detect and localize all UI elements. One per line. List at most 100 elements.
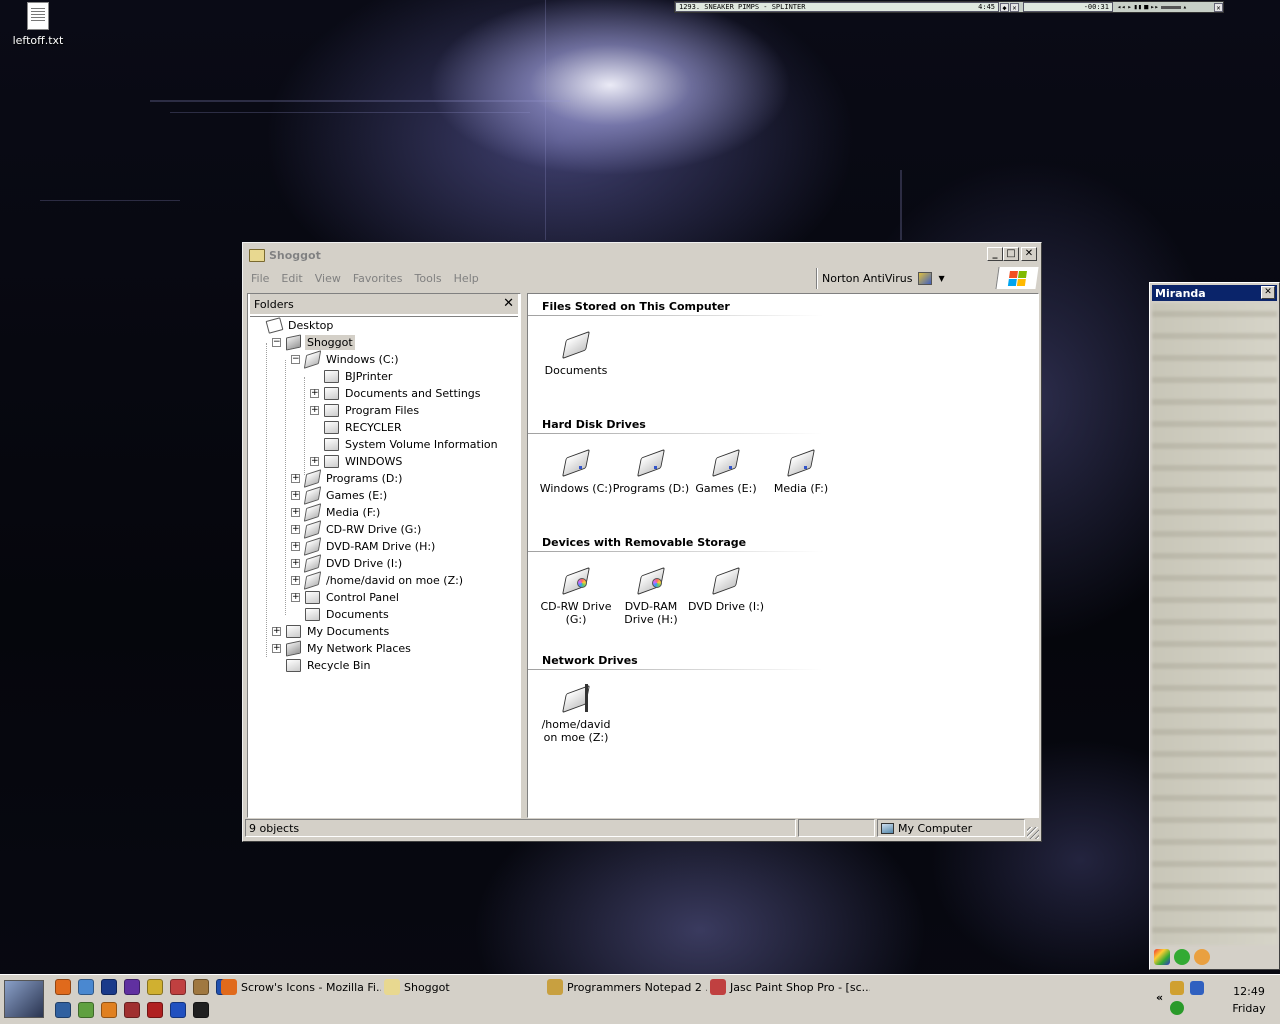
tree-node-system-volume-information[interactable]: System Volume Information [310, 436, 500, 453]
tree-node-desktop[interactable]: Desktop [253, 317, 335, 334]
collapse-icon[interactable]: − [272, 338, 281, 347]
irc-icon[interactable] [124, 979, 140, 995]
close-button[interactable]: ✕ [1021, 247, 1037, 261]
tree-node-documents-and-settings[interactable]: + Documents and Settings [310, 385, 483, 402]
task-paintshop[interactable]: Jasc Paint Shop Pro - [sc... [710, 976, 870, 998]
winamp-volume-slider[interactable] [1160, 5, 1181, 9]
miranda-menu-icon[interactable] [1154, 949, 1170, 965]
tree-node-my-documents[interactable]: + My Documents [272, 623, 391, 640]
expand-icon[interactable]: + [310, 389, 319, 398]
expand-icon[interactable]: + [291, 525, 300, 534]
plane-icon[interactable] [170, 1002, 186, 1018]
expand-icon[interactable]: + [291, 474, 300, 483]
expand-icon[interactable]: + [291, 559, 300, 568]
menu-file[interactable]: File [245, 272, 275, 285]
winamp-play-icon[interactable]: ▸ [1127, 3, 1131, 11]
tree-node-dvd-i[interactable]: + DVD Drive (I:) [291, 554, 404, 573]
tree-node-recycler[interactable]: RECYCLER [310, 419, 404, 436]
command-prompt-icon[interactable] [193, 1002, 209, 1018]
winamp-pause-icon[interactable]: ▮▮ [1134, 3, 1142, 11]
status-online-icon[interactable] [1174, 949, 1190, 965]
tree-node-control-panel[interactable]: + Control Panel [291, 589, 401, 606]
tree-node-recycle-bin[interactable]: Recycle Bin [272, 657, 372, 674]
winamp-stop-icon[interactable]: ■ [1144, 3, 1148, 11]
tree-node-cd-rw-g[interactable]: + CD-RW Drive (G:) [291, 520, 423, 539]
drive-item[interactable]: DVD-RAM Drive (H:) [611, 566, 691, 626]
window-titlebar[interactable]: Shoggot _ □ ✕ [245, 245, 1039, 265]
tools-icon[interactable] [193, 979, 209, 995]
winamp-bar[interactable]: 1293. SNEAKER PIMPS - SPLINTER 4:45 ◆ ✕ … [674, 1, 1224, 13]
tree-node-media-f[interactable]: + Media (F:) [291, 503, 382, 522]
player-icon[interactable] [78, 1002, 94, 1018]
maximize-button[interactable]: □ [1003, 247, 1019, 261]
drive-item[interactable]: DVD Drive (I:) [686, 566, 766, 613]
network-icon[interactable] [55, 1002, 71, 1018]
clock-icon[interactable] [101, 979, 117, 995]
drive-item[interactable]: Windows (C:) [536, 448, 616, 495]
desktop-file-leftoff[interactable]: leftoff.txt [8, 2, 68, 47]
norton-toolbar[interactable]: Norton AntiVirus ▼ [817, 268, 989, 289]
resize-grip[interactable] [1027, 827, 1039, 839]
filezilla-icon[interactable] [101, 1002, 117, 1018]
menu-favorites[interactable]: Favorites [347, 272, 409, 285]
menu-help[interactable]: Help [448, 272, 485, 285]
expand-icon[interactable]: + [291, 491, 300, 500]
winamp-eject-icon[interactable]: ▴ [1183, 3, 1187, 11]
chevron-down-icon[interactable]: ▼ [938, 274, 944, 283]
folders-close-icon[interactable]: ✕ [503, 296, 514, 311]
expand-icon[interactable]: + [310, 457, 319, 466]
expand-icon[interactable]: + [310, 406, 319, 415]
winamp-next-icon[interactable]: ▸▸ [1150, 3, 1158, 11]
chevron-left-icon[interactable]: « [1156, 991, 1163, 1004]
expand-icon[interactable]: + [291, 576, 300, 585]
paint-icon[interactable] [170, 979, 186, 995]
user-icon[interactable] [1194, 949, 1210, 965]
winamp-menu-button[interactable]: ◆ [1000, 2, 1009, 12]
chain-icon[interactable] [147, 979, 163, 995]
app-icon[interactable] [147, 1002, 163, 1018]
tray-arrow-icon[interactable] [1190, 981, 1204, 995]
tree-node-shoggot[interactable]: − Shoggot [272, 334, 355, 351]
winamp-close-button-2[interactable]: ✕ [1214, 2, 1223, 12]
firefox-icon[interactable] [55, 979, 71, 995]
miranda-titlebar[interactable]: Miranda ✕ [1152, 285, 1277, 301]
task-firefox[interactable]: Scrow's Icons - Mozilla Fi... [221, 976, 381, 998]
tree-node-my-network-places[interactable]: + My Network Places [272, 640, 413, 657]
menu-view[interactable]: View [309, 272, 347, 285]
tree-node-games-e[interactable]: + Games (E:) [291, 486, 389, 505]
tree-node-program-files[interactable]: + Program Files [310, 402, 421, 419]
winamp-close-button[interactable]: ✕ [1010, 2, 1019, 12]
start-button[interactable] [4, 980, 44, 1018]
expand-icon[interactable]: + [291, 542, 300, 551]
expand-icon[interactable]: + [272, 644, 281, 653]
task-notepad[interactable]: Programmers Notepad 2 ... [547, 976, 707, 998]
winamp-prev-icon[interactable]: ◂◂ [1117, 3, 1125, 11]
thunderbird-icon[interactable] [78, 979, 94, 995]
tree-node-documents[interactable]: Documents [291, 606, 391, 623]
tree-node-dvd-ram-h[interactable]: + DVD-RAM Drive (H:) [291, 537, 437, 556]
tray-user-icon[interactable] [1170, 1001, 1184, 1015]
tree-node-programs-d[interactable]: + Programs (D:) [291, 469, 404, 488]
close-button[interactable]: ✕ [1261, 286, 1275, 299]
drive-item[interactable]: Documents [536, 330, 616, 377]
menu-edit[interactable]: Edit [275, 272, 308, 285]
drive-item[interactable]: /home/david on moe (Z:) [536, 684, 616, 744]
tray-tool-icon[interactable] [1170, 981, 1184, 995]
expand-icon[interactable]: + [291, 508, 300, 517]
task-shoggot[interactable]: Shoggot [384, 976, 544, 998]
menu-tools[interactable]: Tools [409, 272, 448, 285]
minimize-button[interactable]: _ [987, 247, 1003, 261]
expand-icon[interactable]: + [272, 627, 281, 636]
miranda-contact-list[interactable] [1152, 303, 1277, 945]
clock[interactable]: 12:49 Friday [1226, 983, 1272, 1017]
expand-icon[interactable]: + [291, 593, 300, 602]
tree-node-bjprinter[interactable]: BJPrinter [310, 368, 394, 385]
collapse-icon[interactable]: − [291, 355, 300, 364]
drive-item[interactable]: Games (E:) [686, 448, 766, 495]
tree-node-windows-c[interactable]: − Windows (C:) [291, 350, 401, 369]
drive-item[interactable]: Programs (D:) [611, 448, 691, 495]
tree-node-windows-folder[interactable]: + WINDOWS [310, 453, 404, 470]
game-icon[interactable] [124, 1002, 140, 1018]
drive-item[interactable]: Media (F:) [761, 448, 841, 495]
tree-node-network-z[interactable]: + /home/david on moe (Z:) [291, 571, 465, 590]
